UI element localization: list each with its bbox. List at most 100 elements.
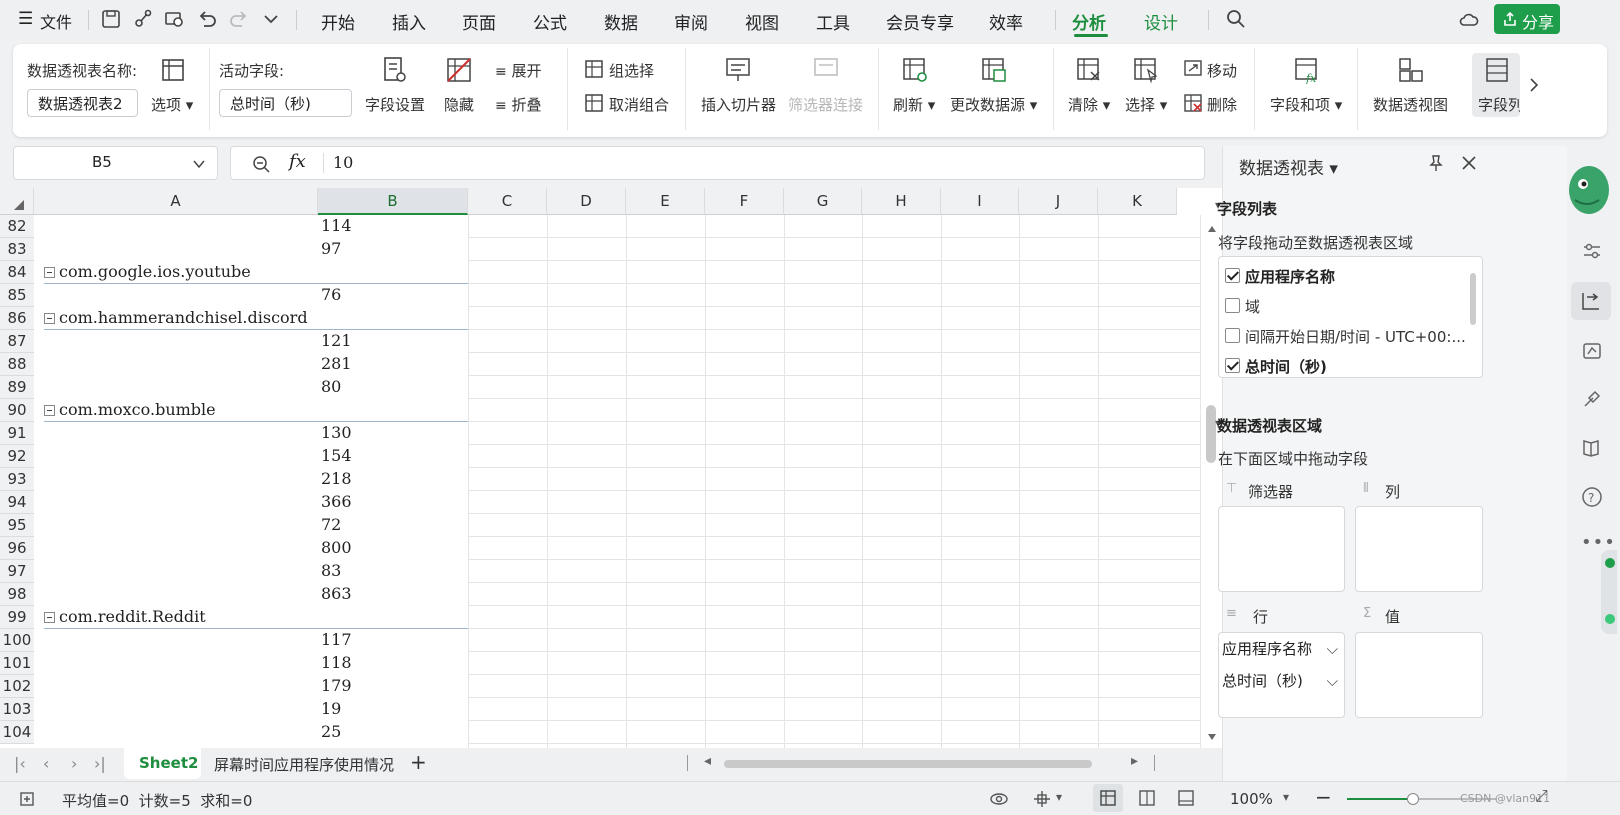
pivot-chart-button[interactable]: 数据透视图: [1373, 94, 1448, 115]
row-header[interactable]: 82: [0, 215, 34, 238]
center-icon[interactable]: [1032, 789, 1052, 809]
row-header[interactable]: 104: [0, 721, 34, 744]
row-header[interactable]: 102: [0, 675, 34, 698]
hide-icon[interactable]: [445, 56, 473, 84]
row-header[interactable]: 90: [0, 399, 34, 422]
fullscreen-icon[interactable]: ⤢: [1535, 786, 1548, 806]
row-header[interactable]: 88: [0, 353, 34, 376]
column-header-b[interactable]: B: [318, 188, 468, 215]
field-list-scrollbar[interactable]: [1470, 273, 1476, 325]
row-header[interactable]: 97: [0, 560, 34, 583]
column-drop-area[interactable]: [1355, 506, 1483, 592]
pivot-value-cell[interactable]: 114: [321, 216, 352, 235]
pivot-value-cell[interactable]: 97: [321, 239, 341, 258]
tab-view[interactable]: 视图: [745, 9, 779, 34]
tab-formula[interactable]: 公式: [533, 9, 567, 34]
collapse-group-icon[interactable]: [44, 612, 55, 623]
zoom-out-button[interactable]: −: [1315, 785, 1332, 809]
panel-title[interactable]: 数据透视表 ▾: [1239, 154, 1338, 179]
chevron-down-icon[interactable]: [260, 8, 282, 30]
row-header[interactable]: 98: [0, 583, 34, 606]
active-field-input[interactable]: 总时间（秒): [219, 89, 352, 117]
pivot-panel-toggle[interactable]: [1571, 282, 1611, 320]
column-header-a[interactable]: A: [34, 188, 318, 215]
help-icon[interactable]: ?: [1581, 486, 1603, 508]
row-header[interactable]: 83: [0, 238, 34, 261]
pivot-name-input[interactable]: 数据透视表2: [27, 89, 138, 117]
row-header[interactable]: 84: [0, 261, 34, 284]
row-header[interactable]: 94: [0, 491, 34, 514]
book-icon[interactable]: [1581, 437, 1603, 459]
close-icon[interactable]: [1461, 155, 1477, 171]
tab-analyze[interactable]: 分析: [1072, 9, 1106, 34]
adjust-icon[interactable]: [1581, 240, 1603, 262]
normal-view-button[interactable]: [1093, 784, 1123, 812]
tab-home[interactable]: 开始: [321, 9, 355, 34]
refresh-icon[interactable]: [901, 56, 929, 84]
side-widget[interactable]: [1601, 550, 1617, 634]
column-header-e[interactable]: E: [626, 188, 705, 215]
add-sheet-button[interactable]: +: [410, 750, 427, 774]
row-header[interactable]: 87: [0, 330, 34, 353]
zoom-slider-thumb[interactable]: [1407, 793, 1419, 805]
field-settings-icon[interactable]: [382, 56, 408, 84]
chart-style-icon[interactable]: [1581, 340, 1603, 362]
fx-button[interactable]: fx: [289, 151, 306, 172]
change-source-button[interactable]: 更改数据源 ▾: [950, 94, 1037, 115]
options-button[interactable]: 选项 ▾: [151, 94, 193, 115]
slicer-icon[interactable]: [724, 56, 752, 84]
row-field-pill[interactable]: 应用程序名称 ⌵: [1219, 635, 1344, 663]
prev-sheet-icon[interactable]: ‹: [43, 754, 49, 773]
field-checkbox[interactable]: [1225, 328, 1240, 343]
select-icon[interactable]: [1132, 56, 1160, 84]
tab-tools[interactable]: 工具: [816, 9, 850, 34]
field-checkbox[interactable]: [1225, 358, 1240, 373]
row-header[interactable]: 96: [0, 537, 34, 560]
row-header[interactable]: 89: [0, 376, 34, 399]
collapse-button[interactable]: ≡ 折叠: [495, 94, 542, 115]
select-button[interactable]: 选择 ▾: [1125, 94, 1167, 115]
save-icon[interactable]: [100, 8, 122, 30]
row-header[interactable]: 103: [0, 698, 34, 721]
next-sheet-icon[interactable]: ›: [71, 754, 77, 773]
share-link-icon[interactable]: [132, 8, 154, 30]
pivot-value-cell[interactable]: 863: [321, 584, 352, 603]
row-header[interactable]: 85: [0, 284, 34, 307]
field-list-toggle[interactable]: 字段列: [1472, 53, 1523, 117]
row-header[interactable]: 95: [0, 514, 34, 537]
scroll-down-icon[interactable]: [1207, 733, 1217, 741]
column-header-h[interactable]: H: [862, 188, 941, 215]
ribbon-scroll-right[interactable]: [1520, 53, 1548, 117]
pivot-row-label[interactable]: com.reddit.Reddit: [59, 607, 206, 626]
value-drop-area[interactable]: [1355, 632, 1483, 718]
clear-button[interactable]: 清除 ▾: [1068, 94, 1110, 115]
page-layout-icon[interactable]: [1138, 789, 1156, 807]
pivot-table-icon[interactable]: [160, 57, 186, 83]
row-header[interactable]: 93: [0, 468, 34, 491]
formula-input[interactable]: 10: [333, 153, 353, 172]
column-header-j[interactable]: J: [1019, 188, 1098, 215]
redo-icon[interactable]: [228, 8, 250, 30]
fields-items-icon[interactable]: fx: [1293, 56, 1321, 84]
ungroup-button[interactable]: 取消组合: [609, 94, 669, 115]
pivot-value-cell[interactable]: 800: [321, 538, 352, 557]
scroll-left-icon[interactable]: ◂: [704, 753, 711, 769]
cloud-icon[interactable]: [1458, 8, 1480, 30]
pivot-value-cell[interactable]: 179: [321, 676, 352, 695]
insert-slicer-button[interactable]: 插入切片器: [701, 94, 776, 115]
filter-connections-button[interactable]: 筛选器连接: [788, 94, 863, 115]
tab-data[interactable]: 数据: [604, 9, 638, 34]
undo-icon[interactable]: [196, 8, 218, 30]
horizontal-scroll-thumb[interactable]: [724, 760, 1092, 768]
pivot-value-cell[interactable]: 218: [321, 469, 352, 488]
row-header[interactable]: 99: [0, 606, 34, 629]
pivot-value-cell[interactable]: 72: [321, 515, 341, 534]
field-label[interactable]: 应用程序名称: [1245, 266, 1335, 287]
row-header[interactable]: 91: [0, 422, 34, 445]
select-all-corner[interactable]: [0, 188, 34, 215]
collapse-group-icon[interactable]: [44, 405, 55, 416]
hide-button[interactable]: 隐藏: [444, 94, 474, 115]
tab-member[interactable]: 会员专享: [886, 9, 954, 34]
column-header-k[interactable]: K: [1098, 188, 1177, 215]
field-label[interactable]: 域: [1245, 296, 1260, 317]
